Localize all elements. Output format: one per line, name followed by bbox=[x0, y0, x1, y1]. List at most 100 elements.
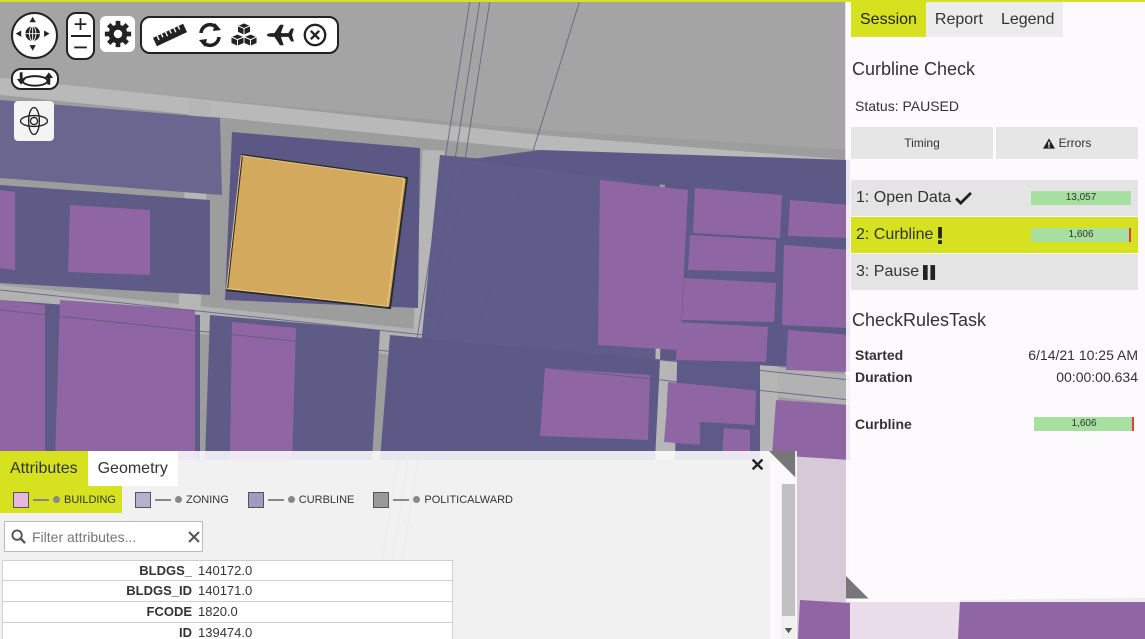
refresh-icon[interactable] bbox=[196, 21, 224, 49]
timing-button[interactable]: Timing bbox=[851, 127, 993, 159]
orbit-button[interactable] bbox=[14, 101, 54, 141]
step-count: 1,606 bbox=[1068, 229, 1094, 240]
step-list: 1: Open Data 13,057 2: Curbline 1,606 3:… bbox=[851, 180, 1145, 290]
panel-title: Curbline Check bbox=[852, 59, 976, 79]
step-count-bar: 1,606 bbox=[1031, 228, 1131, 242]
pan-compass-control[interactable] bbox=[11, 12, 58, 59]
layer-name: POLITICALWARD bbox=[424, 493, 513, 506]
attribute-key: FCODE bbox=[146, 604, 193, 619]
table-row: BLDGS_ID 140171.0 bbox=[2, 581, 453, 602]
task-title: CheckRulesTask bbox=[852, 310, 987, 330]
zoom-out-icon[interactable]: − bbox=[73, 34, 88, 60]
scrollbar[interactable] bbox=[781, 484, 796, 639]
layer-zoning[interactable]: ZONING bbox=[122, 486, 235, 513]
tilt-button[interactable] bbox=[11, 68, 59, 90]
step-open-data[interactable]: 1: Open Data 13,057 bbox=[851, 180, 1138, 216]
tab-geometry[interactable]: Geometry bbox=[87, 451, 178, 486]
step-label: 3: Pause bbox=[856, 263, 920, 280]
tab-session[interactable]: Session bbox=[851, 2, 926, 37]
status-text: Status: PAUSED bbox=[855, 98, 960, 114]
warning-icon bbox=[1042, 137, 1055, 149]
attribute-value: 1820.0 bbox=[198, 604, 238, 619]
top-accent-line bbox=[0, 0, 1145, 2]
scrollbar-thumb[interactable] bbox=[782, 484, 795, 616]
attribute-key: ID bbox=[179, 625, 192, 639]
table-row: FCODE 1820.0 bbox=[2, 602, 453, 623]
started-row: Started 6/14/21 10:25 AM bbox=[855, 347, 1138, 363]
session-panel: Session Report Legend Curbline Check Sta… bbox=[846, 2, 1145, 602]
error-tick bbox=[1132, 417, 1134, 431]
tab-legend[interactable]: Legend bbox=[991, 2, 1064, 37]
filter-box bbox=[4, 521, 203, 552]
attribute-value: 140172.0 bbox=[198, 563, 253, 578]
measure-ruler-icon[interactable] bbox=[151, 23, 189, 47]
layer-swatch bbox=[13, 491, 29, 508]
table-row: BLDGS_ 140172.0 bbox=[2, 560, 453, 581]
zoom-control[interactable]: + − bbox=[66, 12, 95, 60]
check-icon bbox=[955, 191, 973, 205]
layer-dot bbox=[174, 496, 182, 503]
curbline-label: Curbline bbox=[855, 416, 912, 432]
airplane-icon[interactable] bbox=[265, 22, 295, 48]
duration-label: Duration bbox=[855, 369, 913, 385]
resize-handle[interactable] bbox=[846, 576, 872, 602]
attribute-key: BLDGS_ bbox=[139, 563, 192, 578]
pan-compass-icon bbox=[15, 16, 50, 51]
layer-dot bbox=[287, 496, 295, 503]
scroll-down-icon[interactable] bbox=[784, 628, 793, 634]
layer-line bbox=[154, 498, 171, 501]
attribute-table: BLDGS_ 140172.0 BLDGS_ID 140171.0 FCODE … bbox=[2, 560, 453, 639]
duration-row: Duration 00:00:00.634 bbox=[855, 369, 1138, 385]
attribute-value: 139474.0 bbox=[198, 625, 253, 639]
layer-swatch bbox=[134, 491, 151, 508]
tilt-icon bbox=[16, 72, 54, 87]
errors-button[interactable]: Errors bbox=[996, 127, 1138, 159]
attribute-key: BLDGS_ID bbox=[126, 583, 192, 598]
filter-input[interactable] bbox=[32, 528, 182, 545]
layer-building[interactable]: BUILDING bbox=[0, 486, 122, 513]
layer-swatch bbox=[373, 491, 390, 508]
clear-filter-icon[interactable] bbox=[188, 530, 200, 543]
layer-swatch bbox=[247, 491, 264, 508]
boxes-icon[interactable] bbox=[230, 22, 259, 48]
layer-name: ZONING bbox=[185, 493, 229, 506]
attribute-value: 140171.0 bbox=[198, 583, 253, 598]
layer-selector: BUILDING ZONING CURBLINE POLITICALWARD bbox=[0, 486, 797, 513]
close-icon[interactable]: ✕ bbox=[750, 455, 765, 476]
table-row: ID 139474.0 bbox=[2, 623, 453, 639]
step-label: 1: Open Data bbox=[856, 189, 952, 206]
error-tick bbox=[1129, 228, 1131, 242]
curbline-count-bar: 1,606 bbox=[1034, 417, 1134, 431]
attributes-tabs: Attributes Geometry bbox=[0, 451, 797, 486]
layer-dot bbox=[413, 496, 421, 503]
step-curbline[interactable]: 2: Curbline 1,606 bbox=[851, 217, 1138, 253]
tab-report[interactable]: Report bbox=[925, 2, 992, 37]
layer-dot bbox=[53, 496, 60, 503]
layer-line bbox=[267, 498, 284, 501]
settings-gear-icon bbox=[104, 20, 131, 48]
started-value: 6/14/21 10:25 AM bbox=[1028, 347, 1138, 363]
layer-name: BUILDING bbox=[64, 493, 116, 506]
layer-politicalward[interactable]: POLITICALWARD bbox=[360, 486, 519, 513]
layer-name: CURBLINE bbox=[298, 493, 355, 506]
resize-handle[interactable] bbox=[769, 451, 797, 479]
timing-label: Timing bbox=[904, 136, 940, 150]
settings-button[interactable] bbox=[100, 16, 135, 52]
layer-curbline[interactable]: CURBLINE bbox=[235, 486, 361, 513]
session-tabs: Session Report Legend bbox=[851, 2, 1145, 37]
attributes-panel: Attributes Geometry ✕ BUILDING ZONING CU… bbox=[0, 451, 797, 639]
tab-attributes[interactable]: Attributes bbox=[0, 451, 88, 486]
orbit-icon bbox=[19, 106, 49, 136]
errors-label: Errors bbox=[1058, 136, 1092, 150]
layer-line bbox=[393, 498, 410, 501]
step-count: 13,057 bbox=[1065, 192, 1097, 203]
step-pause[interactable]: 3: Pause bbox=[851, 254, 1138, 290]
step-count-bar: 13,057 bbox=[1031, 191, 1131, 205]
close-circle-icon[interactable] bbox=[302, 22, 328, 48]
exclamation-icon bbox=[938, 226, 943, 244]
curbline-count: 1,606 bbox=[1071, 418, 1097, 429]
view-buttons: Timing Errors bbox=[851, 127, 1145, 159]
duration-value: 00:00:00.634 bbox=[1056, 369, 1138, 385]
tools-toolbar bbox=[140, 16, 339, 54]
started-label: Started bbox=[855, 347, 904, 363]
